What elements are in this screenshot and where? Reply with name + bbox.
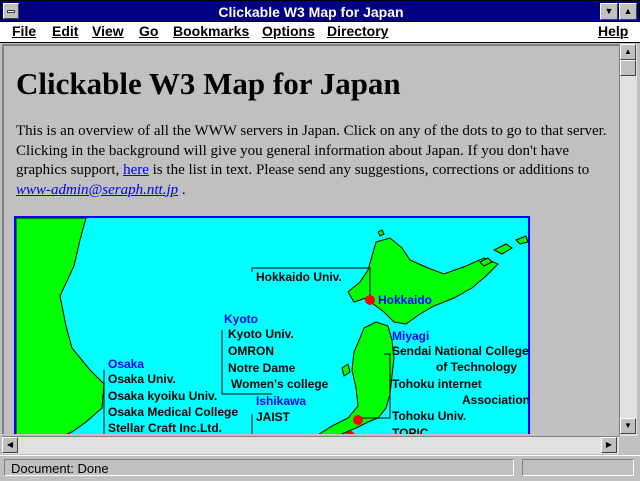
menu-bookmarks[interactable]: Bookmarks bbox=[173, 23, 249, 39]
scroll-left-button[interactable]: ◀ bbox=[2, 437, 18, 453]
maximize-icon: ▲ bbox=[623, 6, 633, 16]
kuril-islets-2 bbox=[515, 235, 528, 245]
intro-text-3: . bbox=[178, 181, 186, 198]
vertical-scrollbar[interactable]: ▲ ▼ bbox=[619, 44, 637, 436]
rishiri-islet bbox=[377, 229, 385, 237]
status-bar: Document: Done bbox=[0, 455, 640, 481]
status-text: Document: Done bbox=[4, 459, 514, 476]
menu-options[interactable]: Options bbox=[262, 23, 315, 39]
womens-college[interactable]: Women's college bbox=[231, 377, 328, 391]
scroll-up-button[interactable]: ▲ bbox=[620, 44, 636, 60]
arrow-up-icon: ▲ bbox=[624, 47, 632, 56]
sado-island bbox=[341, 363, 351, 377]
minimize-button[interactable]: ▼ bbox=[600, 3, 618, 20]
jaist[interactable]: JAIST bbox=[256, 410, 290, 424]
omron[interactable]: OMRON bbox=[228, 344, 274, 358]
page-title: Clickable W3 Map for Japan bbox=[16, 66, 401, 101]
tohoku-association[interactable]: Association bbox=[462, 393, 528, 407]
arrow-down-icon: ▼ bbox=[624, 421, 632, 430]
admin-email-link[interactable]: www-admin@seraph.ntt.jp bbox=[16, 182, 178, 198]
notre-dame[interactable]: Notre Dame bbox=[228, 361, 295, 375]
label-ishikawa: Ishikawa bbox=[256, 394, 307, 408]
scrollbar-corner bbox=[619, 436, 637, 454]
sendai-national-college[interactable]: Sendai National College bbox=[392, 344, 528, 358]
scroll-right-button[interactable]: ▶ bbox=[601, 437, 617, 453]
tohoku-univ[interactable]: Tohoku Univ. bbox=[392, 409, 466, 423]
japan-clickable-map[interactable]: Hokkaido Univ. Hokkaido Kyoto Kyoto Univ… bbox=[14, 216, 530, 434]
tohoku-internet[interactable]: Tohoku internet bbox=[392, 377, 482, 391]
label-miyagi: Miyagi bbox=[392, 329, 430, 343]
vertical-scroll-thumb[interactable] bbox=[620, 60, 636, 76]
menu-go[interactable]: Go bbox=[139, 23, 158, 39]
stellar-craft[interactable]: Stellar Craft Inc.Ltd. bbox=[108, 421, 222, 434]
sendai-dot bbox=[353, 415, 363, 425]
admin-email: www-admin@seraph.ntt.jp bbox=[16, 181, 179, 198]
label-kyoto: Kyoto bbox=[224, 312, 258, 326]
horizontal-scrollbar[interactable]: ◀ ▶ bbox=[2, 436, 619, 454]
menu-bar: File Edit View Go Bookmarks Options Dire… bbox=[0, 22, 640, 43]
kuril-islets-1 bbox=[492, 243, 513, 255]
label-hokkaido: Hokkaido bbox=[378, 293, 433, 307]
label-hokkaido-univ[interactable]: Hokkaido Univ. bbox=[256, 270, 342, 284]
menu-directory[interactable]: Directory bbox=[327, 23, 388, 39]
intro-text-2: is the list in text. Please send any sug… bbox=[148, 162, 590, 178]
topic[interactable]: TOPIC bbox=[392, 426, 428, 434]
osaka-kyoiku-univ[interactable]: Osaka kyoiku Univ. bbox=[108, 389, 217, 403]
sendai-technology[interactable]: of Technology bbox=[436, 360, 517, 374]
text-list-link[interactable]: here bbox=[123, 162, 149, 178]
document-view: Clickable W3 Map for Japan This is an ov… bbox=[2, 44, 619, 434]
title-bar: Clickable W3 Map for Japan ▼ ▲ bbox=[0, 0, 640, 22]
hokkaido-dot bbox=[365, 295, 375, 305]
osaka-medical-college[interactable]: Osaka Medical College bbox=[108, 405, 238, 419]
menu-edit[interactable]: Edit bbox=[52, 23, 78, 39]
menu-view[interactable]: View bbox=[92, 23, 124, 39]
arrow-left-icon: ◀ bbox=[6, 440, 14, 449]
progress-indicator bbox=[522, 459, 634, 476]
menu-help[interactable]: Help bbox=[598, 23, 628, 39]
window-title: Clickable W3 Map for Japan bbox=[218, 4, 404, 20]
osaka-univ[interactable]: Osaka Univ. bbox=[108, 372, 176, 386]
maximize-button[interactable]: ▲ bbox=[619, 3, 637, 20]
menu-file[interactable]: File bbox=[12, 23, 36, 39]
label-osaka: Osaka bbox=[108, 357, 145, 371]
korea-land bbox=[16, 218, 105, 434]
scroll-down-button[interactable]: ▼ bbox=[620, 418, 636, 434]
arrow-right-icon: ▶ bbox=[605, 440, 613, 449]
kyoto-univ[interactable]: Kyoto Univ. bbox=[228, 327, 294, 341]
intro-paragraph: This is an overview of all the WWW serve… bbox=[16, 122, 616, 200]
minimize-icon: ▼ bbox=[604, 6, 614, 16]
